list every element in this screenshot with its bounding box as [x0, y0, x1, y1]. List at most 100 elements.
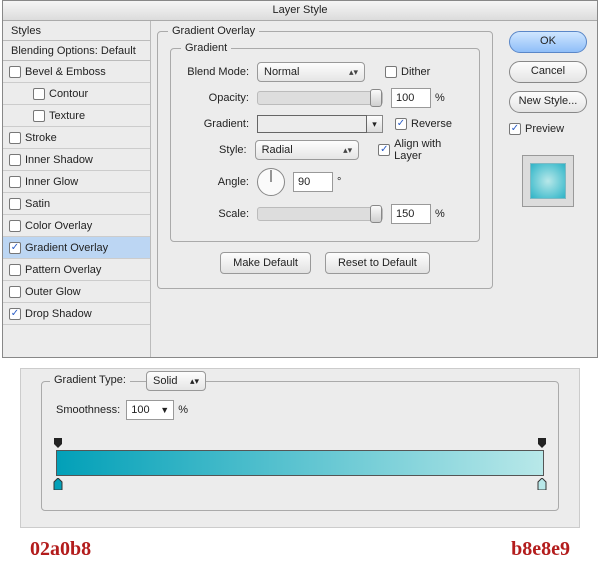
dialog-title: Layer Style: [272, 4, 327, 16]
opacity-slider[interactable]: [257, 91, 383, 105]
style-row-satin[interactable]: Satin: [3, 193, 150, 215]
style-checkbox[interactable]: [9, 176, 21, 188]
scale-unit: %: [431, 208, 445, 220]
style-label: Pattern Overlay: [25, 264, 101, 276]
chevron-down-icon: ▼: [160, 405, 169, 415]
reverse-label: Reverse: [407, 118, 452, 130]
gradient-type-select[interactable]: Solid ▴▾: [146, 371, 206, 391]
gradient-type-group: Gradient Type: Solid ▴▾ Smoothness: 100 …: [41, 381, 559, 511]
style-row-stroke[interactable]: Stroke: [3, 127, 150, 149]
style-checkbox[interactable]: [33, 88, 45, 100]
styles-column: Styles Blending Options: Default Bevel &…: [3, 21, 151, 357]
slider-thumb[interactable]: [370, 89, 382, 107]
dialog-titlebar: Layer Style: [3, 1, 597, 21]
smoothness-label: Smoothness:: [56, 404, 126, 416]
style-label: Gradient Overlay: [25, 242, 108, 254]
slider-thumb[interactable]: [370, 205, 382, 223]
style-checkbox[interactable]: [9, 286, 21, 298]
cancel-button[interactable]: Cancel: [509, 61, 587, 83]
gradient-bar[interactable]: [56, 450, 544, 476]
preview-swatch: [522, 155, 574, 207]
gradient-group: Gradient Blend Mode: Normal ▴▾ Dither Op…: [170, 48, 480, 242]
main-pane: Gradient Overlay Gradient Blend Mode: No…: [151, 21, 499, 357]
style-value: Radial: [262, 144, 293, 156]
smoothness-input[interactable]: 100 ▼: [126, 400, 174, 420]
preview-checkbox[interactable]: [509, 123, 521, 135]
align-checkbox[interactable]: [378, 144, 390, 156]
angle-dial[interactable]: [257, 168, 285, 196]
gradient-bar-area: [56, 436, 544, 492]
angle-label: Angle:: [181, 176, 257, 188]
opacity-input[interactable]: [391, 88, 431, 108]
chevron-updown-icon: ▴▾: [349, 67, 358, 78]
style-checkbox[interactable]: [9, 66, 21, 78]
style-row-inner-glow[interactable]: Inner Glow: [3, 171, 150, 193]
blend-mode-value: Normal: [264, 66, 299, 78]
smoothness-unit: %: [174, 404, 188, 416]
blend-mode-label: Blend Mode:: [181, 66, 257, 78]
style-row-gradient-overlay[interactable]: Gradient Overlay: [3, 237, 150, 259]
style-row-color-overlay[interactable]: Color Overlay: [3, 215, 150, 237]
style-checkbox[interactable]: [9, 132, 21, 144]
hex-codes-row: 02a0b8 b8e8e9: [30, 538, 570, 561]
right-column: OK Cancel New Style... Preview: [499, 21, 597, 357]
gradient-type-label: Gradient Type:: [50, 374, 130, 386]
chevron-updown-icon: ▴▾: [343, 145, 352, 156]
gradient-legend: Gradient: [181, 42, 231, 54]
gradient-editor-panel: Gradient Type: Solid ▴▾ Smoothness: 100 …: [20, 368, 580, 528]
style-label: Inner Shadow: [25, 154, 93, 166]
opacity-unit: %: [431, 92, 445, 104]
style-checkbox[interactable]: [9, 154, 21, 166]
style-row-pattern-overlay[interactable]: Pattern Overlay: [3, 259, 150, 281]
style-checkbox[interactable]: [9, 242, 21, 254]
style-row-bevel-emboss[interactable]: Bevel & Emboss: [3, 61, 150, 83]
align-label: Align with Layer: [390, 138, 469, 162]
style-checkbox[interactable]: [9, 308, 21, 320]
opacity-label: Opacity:: [181, 92, 257, 104]
style-row-contour[interactable]: Contour: [3, 83, 150, 105]
style-select[interactable]: Radial ▴▾: [255, 140, 360, 160]
opacity-stop-right[interactable]: [536, 436, 548, 448]
reverse-checkbox[interactable]: [395, 118, 407, 130]
scale-input[interactable]: [391, 204, 431, 224]
new-style-button[interactable]: New Style...: [509, 91, 587, 113]
style-row-drop-shadow[interactable]: Drop Shadow: [3, 303, 150, 325]
blend-mode-select[interactable]: Normal ▴▾: [257, 62, 365, 82]
style-row-texture[interactable]: Texture: [3, 105, 150, 127]
style-checkbox[interactable]: [9, 220, 21, 232]
hex-left: 02a0b8: [30, 538, 91, 561]
style-label: Stroke: [25, 132, 57, 144]
gradient-overlay-group: Gradient Overlay Gradient Blend Mode: No…: [157, 31, 493, 289]
style-checkbox[interactable]: [9, 198, 21, 210]
blending-options-row[interactable]: Blending Options: Default: [3, 41, 150, 61]
style-checkbox[interactable]: [9, 264, 21, 276]
gradient-type-value: Solid: [153, 375, 177, 387]
style-label: Bevel & Emboss: [25, 66, 106, 78]
style-label: Color Overlay: [25, 220, 92, 232]
style-label: Drop Shadow: [25, 308, 92, 320]
make-default-button[interactable]: Make Default: [220, 252, 311, 274]
dither-label: Dither: [397, 66, 430, 78]
opacity-stop-left[interactable]: [52, 436, 64, 448]
color-stop-left[interactable]: [52, 478, 64, 490]
scale-slider[interactable]: [257, 207, 383, 221]
style-label: Contour: [49, 88, 88, 100]
preview-label: Preview: [525, 123, 564, 135]
angle-input[interactable]: [293, 172, 333, 192]
dither-checkbox[interactable]: [385, 66, 397, 78]
hex-right: b8e8e9: [511, 538, 570, 561]
gradient-dropdown-arrow[interactable]: ▾: [367, 115, 383, 133]
style-row-inner-shadow[interactable]: Inner Shadow: [3, 149, 150, 171]
group-legend: Gradient Overlay: [168, 25, 259, 37]
angle-unit: °: [333, 176, 341, 188]
style-checkbox[interactable]: [33, 110, 45, 122]
style-label: Inner Glow: [25, 176, 78, 188]
gradient-label: Gradient:: [181, 118, 257, 130]
reset-default-button[interactable]: Reset to Default: [325, 252, 430, 274]
gradient-swatch[interactable]: [257, 115, 367, 133]
styles-header[interactable]: Styles: [3, 21, 150, 41]
style-label: Texture: [49, 110, 85, 122]
style-row-outer-glow[interactable]: Outer Glow: [3, 281, 150, 303]
ok-button[interactable]: OK: [509, 31, 587, 53]
color-stop-right[interactable]: [536, 478, 548, 490]
